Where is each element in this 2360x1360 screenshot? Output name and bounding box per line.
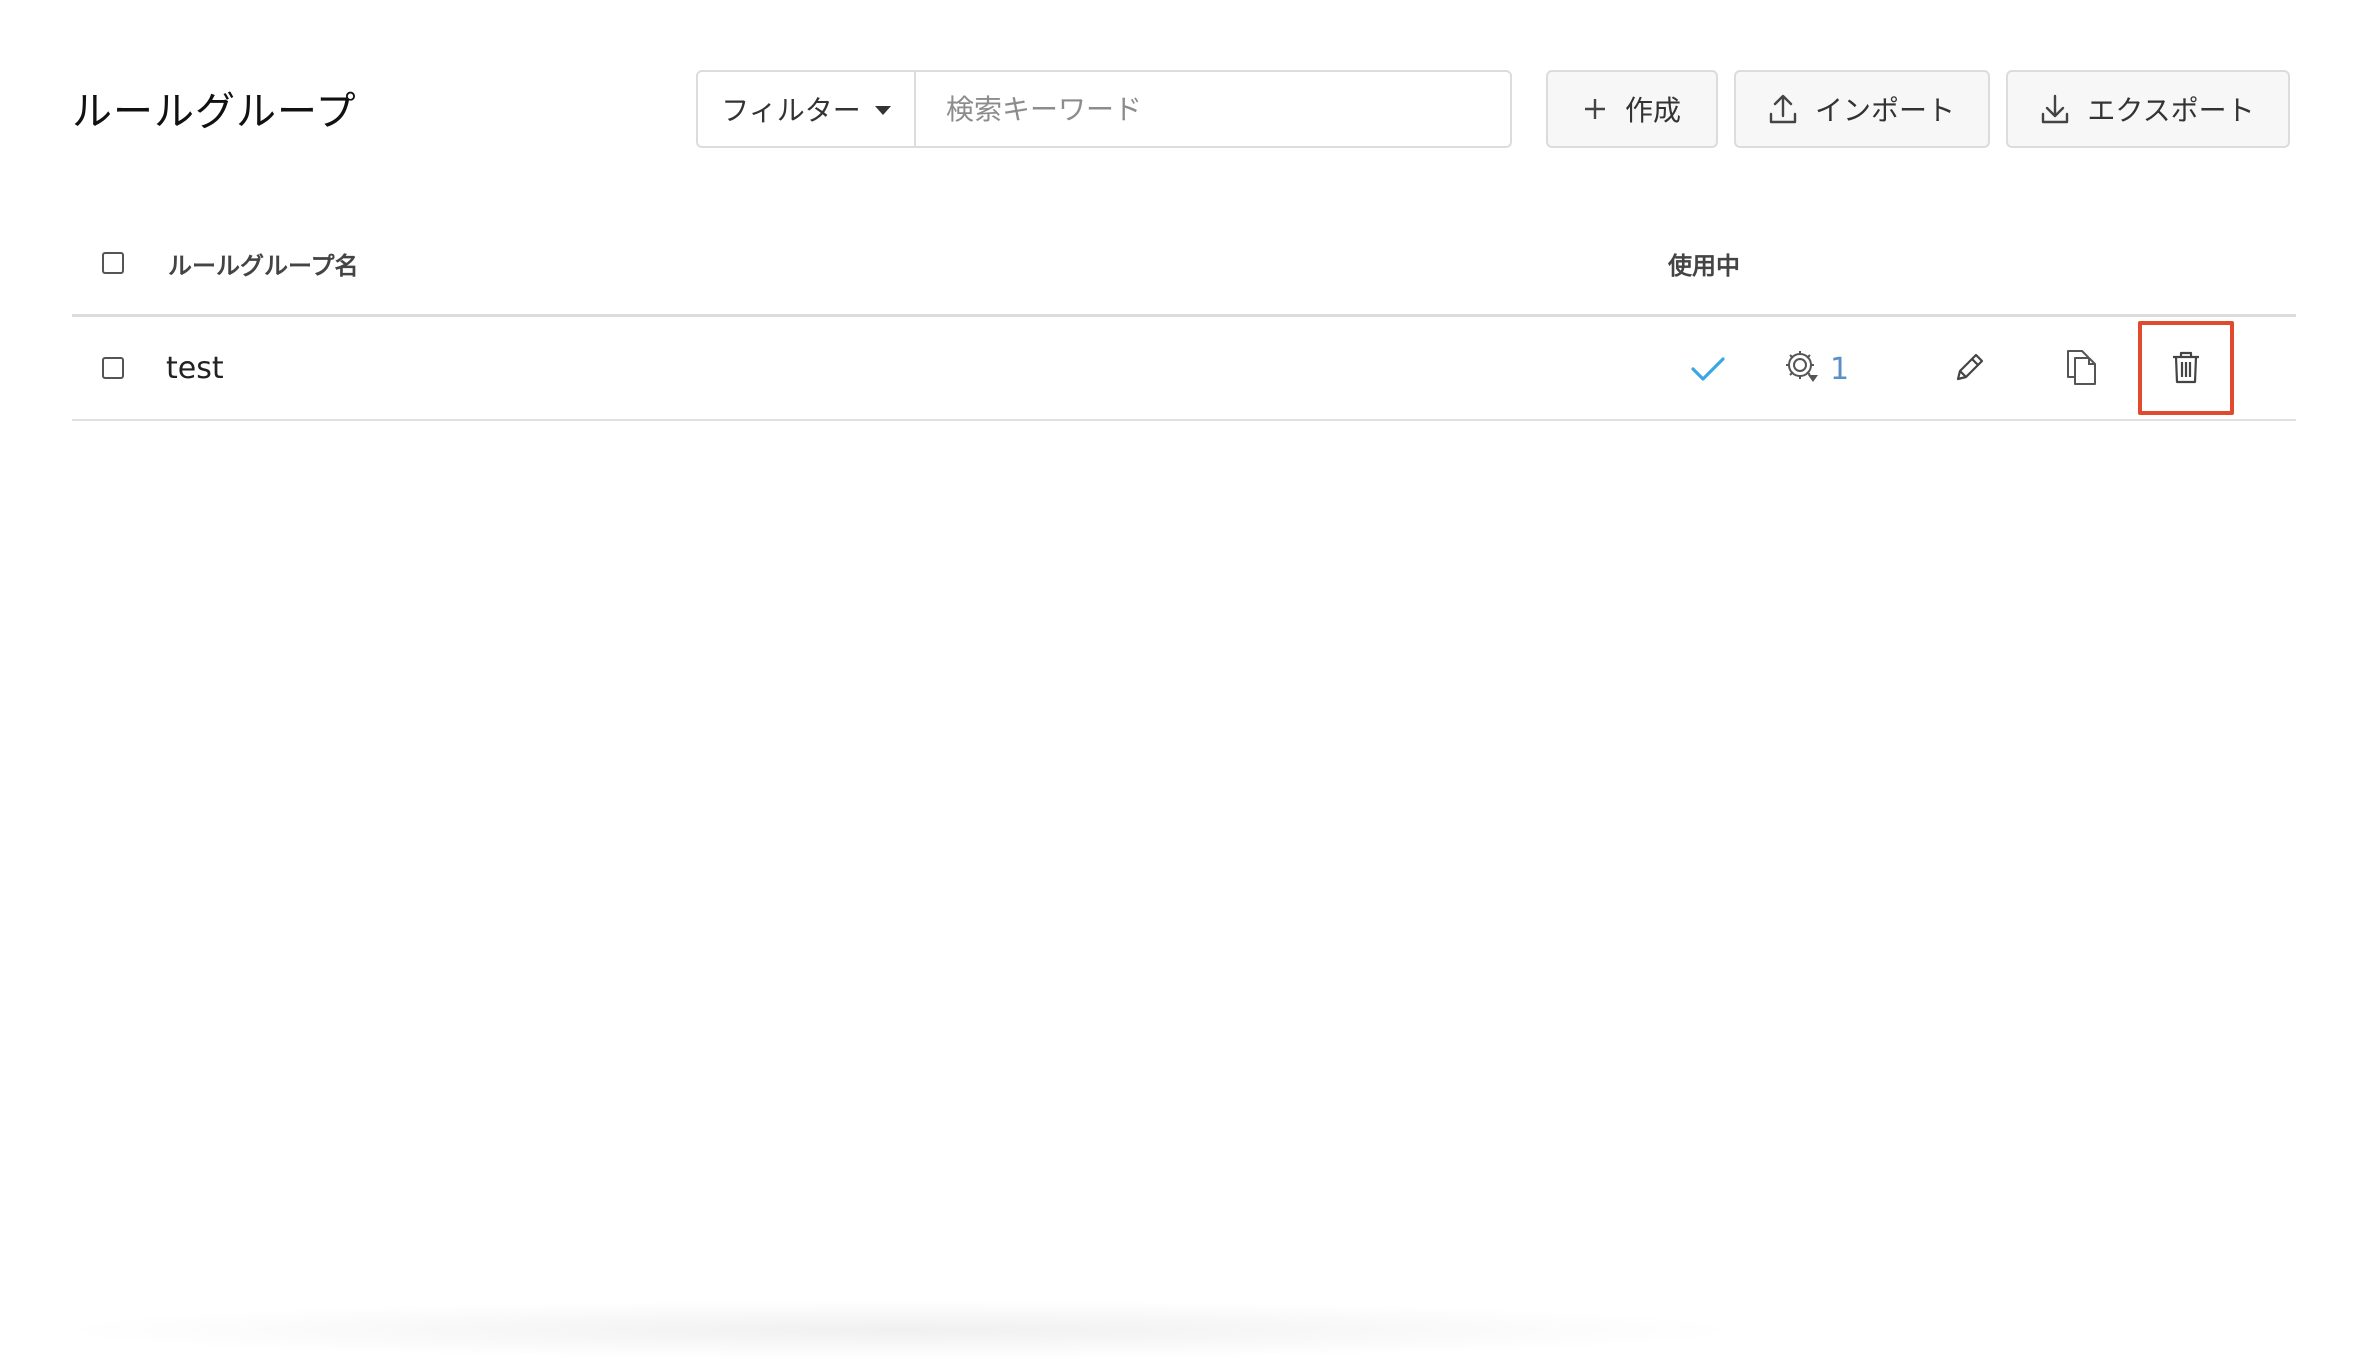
pencil-icon (1952, 349, 1988, 389)
table-header: ルールグループ名 使用中 (72, 230, 2296, 317)
rule-count-link[interactable]: 1 (1782, 345, 1849, 393)
gear-icon (1782, 347, 1822, 391)
delete-button[interactable] (2164, 347, 2208, 391)
filter-dropdown[interactable]: フィルター (698, 72, 916, 146)
import-button-label: インポート (1814, 94, 1955, 127)
create-button-label: 作成 (1624, 94, 1681, 127)
bottom-shadow (40, 1300, 1760, 1360)
edit-button[interactable] (1948, 347, 1992, 391)
import-button[interactable]: インポート (1734, 70, 1990, 148)
filter-dropdown-label: フィルター (721, 94, 861, 127)
upload-icon (1769, 94, 1797, 124)
rule-group-name: test (166, 351, 224, 386)
create-button[interactable]: 作成 (1546, 70, 1718, 148)
plus-icon (1583, 97, 1607, 121)
download-icon (2041, 94, 2069, 124)
search-input[interactable] (916, 72, 1510, 146)
select-all-checkbox[interactable] (102, 252, 124, 274)
check-icon (1686, 347, 1730, 391)
copy-button[interactable] (2060, 345, 2104, 393)
rule-group-table: ルールグループ名 使用中 test 1 (72, 230, 2296, 421)
row-checkbox[interactable] (102, 357, 124, 379)
export-button-label: エクスポート (2087, 94, 2255, 127)
search-group: フィルター (696, 70, 1512, 148)
copy-icon (2064, 347, 2100, 391)
export-button[interactable]: エクスポート (2006, 70, 2290, 148)
page-title: ルールグループ (72, 89, 357, 135)
rule-count: 1 (1830, 351, 1850, 387)
table-row: test 1 (72, 317, 2296, 421)
column-header-in-use: 使用中 (1668, 252, 1740, 280)
caret-down-icon (874, 105, 891, 115)
trash-icon (2170, 349, 2202, 389)
column-header-name: ルールグループ名 (168, 252, 359, 280)
